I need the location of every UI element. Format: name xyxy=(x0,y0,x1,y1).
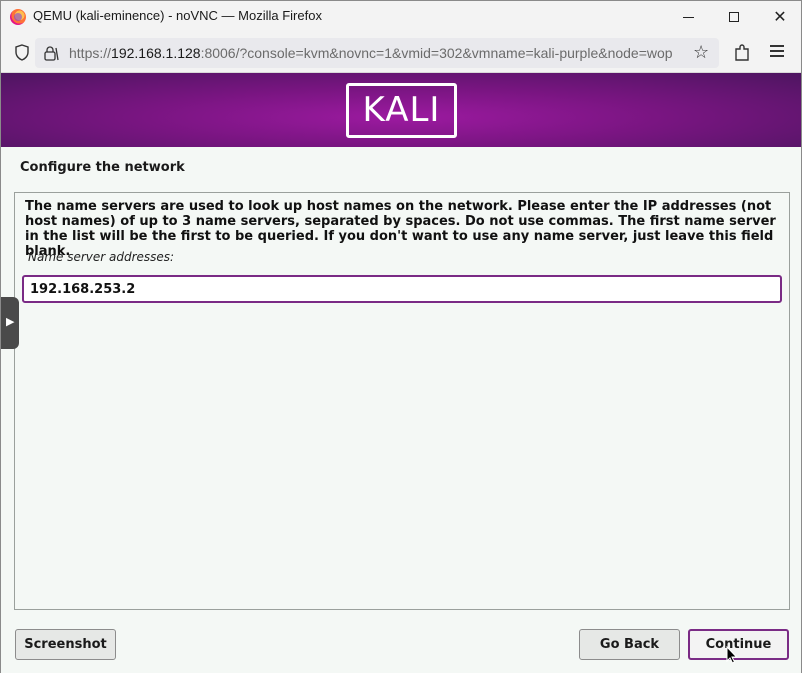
expand-arrow-icon: ▶ xyxy=(6,315,15,328)
kali-logo: KALI xyxy=(346,83,457,138)
bookmark-star-icon[interactable]: ☆ xyxy=(693,42,709,63)
close-icon: ✕ xyxy=(773,7,787,26)
url-rest: :8006/?console=kvm&novnc=1&vmid=302&vmna… xyxy=(200,45,673,61)
navigation-bar: https://192.168.1.128:8006/?console=kvm&… xyxy=(1,33,801,73)
page-title: Configure the network xyxy=(20,160,185,175)
close-button[interactable]: ✕ xyxy=(757,1,802,33)
url-text[interactable]: https://192.168.1.128:8006/?console=kvm&… xyxy=(69,45,689,61)
continue-button[interactable]: Continue xyxy=(688,629,789,660)
minimize-button[interactable] xyxy=(665,1,711,33)
maximize-button[interactable] xyxy=(711,1,757,33)
go-back-button[interactable]: Go Back xyxy=(579,629,680,660)
firefox-logo-icon xyxy=(10,9,26,25)
name-server-field[interactable] xyxy=(22,275,782,303)
browser-window: QEMU (kali-eminence) - noVNC — Mozilla F… xyxy=(0,0,802,673)
novnc-sidebar-handle[interactable]: ▶ xyxy=(1,297,19,349)
url-host: 192.168.1.128 xyxy=(111,45,201,61)
mouse-cursor-icon xyxy=(726,646,738,664)
name-server-label: Name server addresses: xyxy=(28,250,175,264)
content-panel: The name servers are used to look up hos… xyxy=(14,192,790,610)
window-title: QEMU (kali-eminence) - noVNC — Mozilla F… xyxy=(33,8,322,23)
extensions-puzzle-icon[interactable] xyxy=(734,44,750,62)
url-bar[interactable]: https://192.168.1.128:8006/?console=kvm&… xyxy=(35,38,719,68)
title-bar: QEMU (kali-eminence) - noVNC — Mozilla F… xyxy=(1,1,801,33)
url-prefix: https:// xyxy=(69,45,112,61)
hamburger-menu-icon[interactable] xyxy=(770,45,784,57)
tracking-protection-shield-icon[interactable] xyxy=(15,44,29,61)
screenshot-button[interactable]: Screenshot xyxy=(15,629,116,660)
minimize-icon xyxy=(682,16,694,18)
novnc-viewport[interactable]: KALI Configure the network The name serv… xyxy=(1,73,801,673)
name-server-input[interactable] xyxy=(24,277,780,301)
lock-warning-icon[interactable] xyxy=(43,45,59,61)
kali-banner: KALI xyxy=(1,73,801,147)
maximize-icon xyxy=(729,12,739,22)
